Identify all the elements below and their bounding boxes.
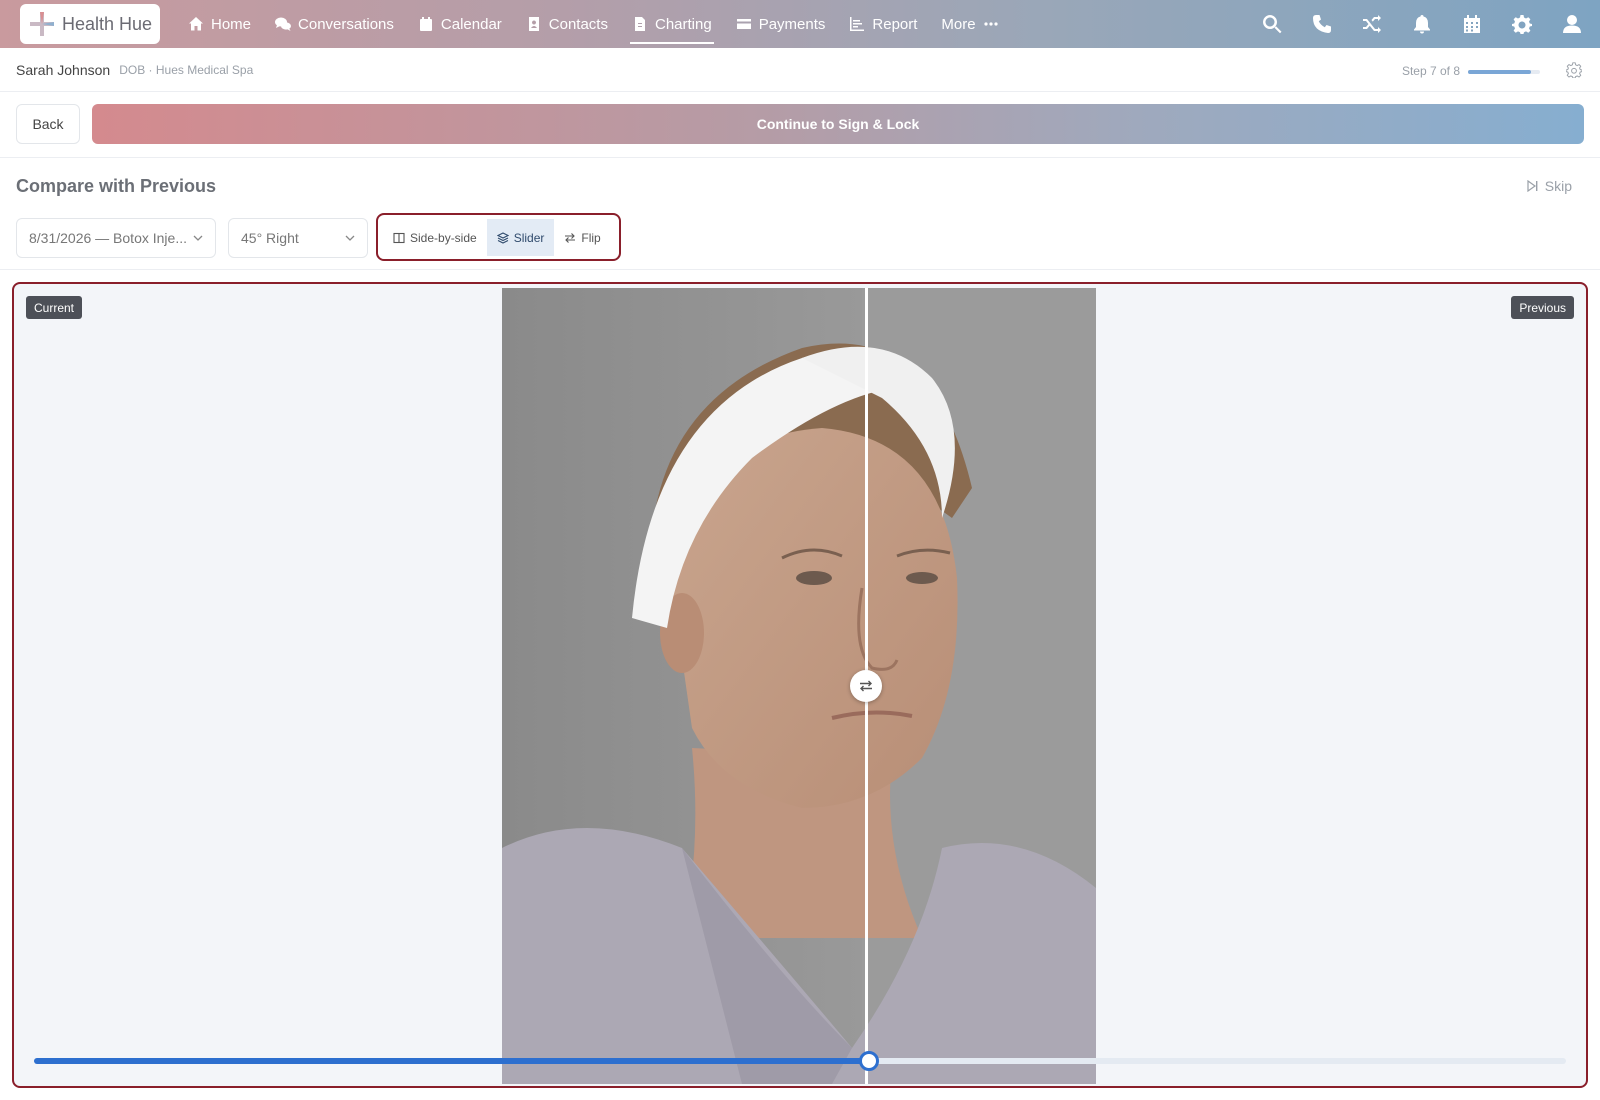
app-logo[interactable]: Health Hue <box>20 4 160 44</box>
mode-side-by-side[interactable]: Side-by-side <box>383 219 487 256</box>
columns-icon <box>393 232 405 243</box>
patient-bar: Sarah Johnson DOB · Hues Medical Spa Ste… <box>0 48 1600 92</box>
nav-more-label: More <box>941 15 976 33</box>
action-row: Back Continue to Sign & Lock <box>0 92 1600 158</box>
previous-label: Previous <box>1511 296 1574 319</box>
logo-mark-icon <box>28 10 56 38</box>
compare-title: Compare with Previous <box>16 176 217 196</box>
user-icon[interactable] <box>1562 14 1582 34</box>
app-name: Health Hue <box>62 13 153 34</box>
skip-button[interactable]: Skip <box>1527 178 1572 194</box>
nav-report[interactable]: Report <box>837 0 929 48</box>
ellipsis-icon <box>984 22 998 26</box>
nav-conversations[interactable]: Conversations <box>263 0 406 48</box>
credit-card-icon <box>736 19 751 29</box>
nav-more[interactable]: More <box>929 0 1010 48</box>
chevron-down-icon <box>193 235 203 241</box>
split-handle[interactable] <box>850 670 882 702</box>
continue-to-sign-button[interactable]: Continue to Sign & Lock <box>92 104 1584 144</box>
nav-conversations-label: Conversations <box>298 15 394 33</box>
home-icon <box>189 17 203 31</box>
nav-contacts-label: Contacts <box>548 15 608 33</box>
nav-payments[interactable]: Payments <box>724 0 838 48</box>
visit-select[interactable]: 8/31/2026 — Botox Inje... <box>16 218 216 258</box>
mode-slider[interactable]: Slider <box>486 219 555 256</box>
step-indicator: Step 7 of 8 <box>1401 64 1460 78</box>
mode-flip[interactable]: Flip <box>554 219 611 256</box>
chat-icon <box>275 17 292 31</box>
bell-icon[interactable] <box>1412 14 1432 34</box>
skip-label: Skip <box>1544 178 1572 194</box>
chart-icon <box>850 17 865 31</box>
nav-payments-label: Payments <box>758 15 826 33</box>
swap-icon <box>565 232 576 243</box>
patient-name: Sarah Johnson <box>16 61 111 78</box>
layers-icon <box>496 231 509 244</box>
angle-select-value: 45° Right <box>241 230 299 246</box>
phone-icon[interactable] <box>1312 14 1332 34</box>
step-progress-fill <box>1468 70 1531 74</box>
shuffle-icon[interactable] <box>1362 14 1382 34</box>
nav-calendar-label: Calendar <box>440 15 502 33</box>
nav-contacts[interactable]: Contacts <box>514 0 620 48</box>
mode-flip-label: Flip <box>581 230 601 245</box>
patient-photo <box>502 288 1096 1084</box>
angle-select[interactable]: 45° Right <box>228 218 368 258</box>
nav-home-label: Home <box>211 15 252 33</box>
section-divider <box>0 269 1600 270</box>
mode-side-by-side-label: Side-by-side <box>410 230 477 245</box>
view-mode-toggle: Side-by-side Slider Flip <box>376 213 621 261</box>
mode-slider-label: Slider <box>513 230 545 245</box>
nav-calendar[interactable]: Calendar <box>406 0 514 48</box>
nav-charting[interactable]: Charting <box>620 0 724 48</box>
document-icon <box>634 17 645 31</box>
settings-gear-icon[interactable] <box>1565 62 1583 79</box>
top-navigation: Health Hue Home Conversations Calendar C… <box>0 0 1600 48</box>
calendar-icon <box>419 17 432 31</box>
visit-select-value: 8/31/2026 — Botox Inje... <box>29 230 187 246</box>
skip-icon <box>1527 180 1538 192</box>
patient-subtitle: DOB · Hues Medical Spa <box>119 62 254 77</box>
step-progress-bar <box>1468 70 1540 74</box>
chevron-down-icon <box>345 235 355 241</box>
nav-home[interactable]: Home <box>176 0 263 48</box>
swap-arrows-icon <box>860 680 872 692</box>
search-icon[interactable] <box>1262 14 1282 34</box>
nav-charting-label: Charting <box>654 15 712 33</box>
calendar-icon[interactable] <box>1462 14 1482 34</box>
comparison-viewer[interactable]: Current Previous <box>12 282 1588 1088</box>
slider-fill <box>34 1058 869 1064</box>
back-button[interactable]: Back <box>16 104 80 144</box>
gear-icon[interactable] <box>1512 14 1532 34</box>
nav-report-label: Report <box>872 15 918 33</box>
slider-thumb[interactable] <box>858 1051 879 1071</box>
current-label: Current <box>26 296 83 319</box>
contact-card-icon <box>528 17 539 31</box>
comparison-slider[interactable] <box>34 1051 1566 1071</box>
